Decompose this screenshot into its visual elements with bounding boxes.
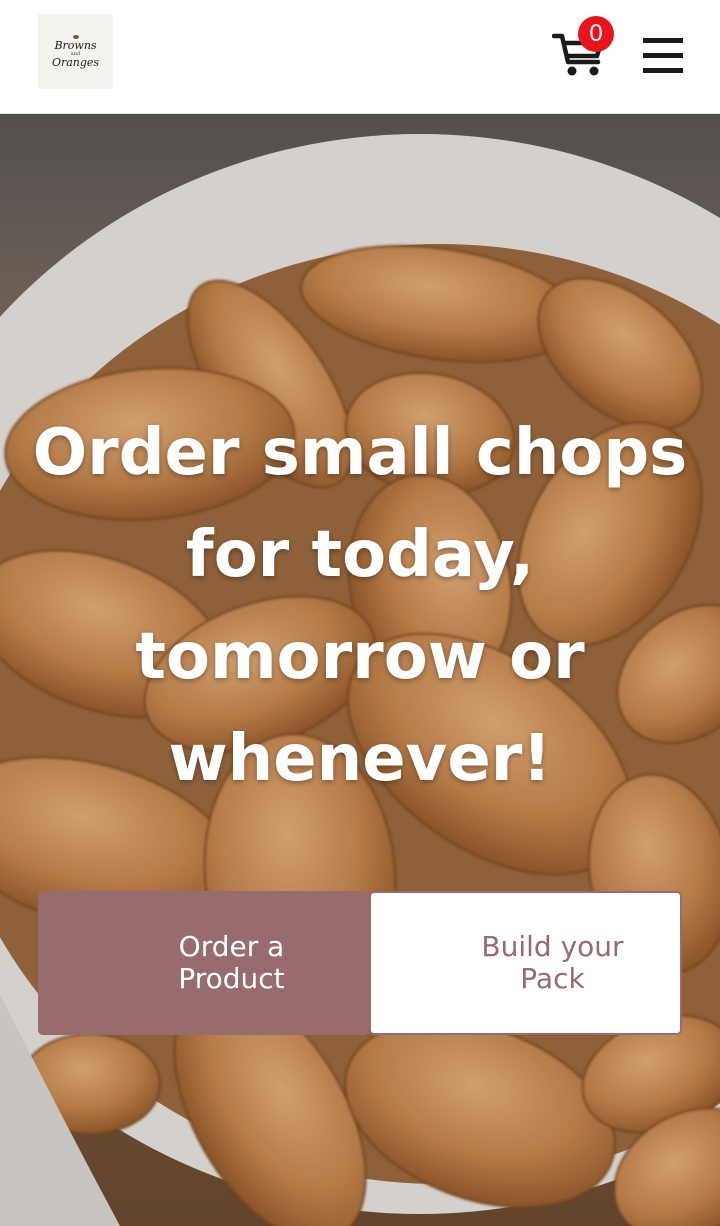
build-pack-button[interactable]: Build your Pack xyxy=(369,891,682,1035)
cart-count-badge: 0 xyxy=(578,16,614,52)
hero-headline-line: tomorrow or xyxy=(135,620,585,694)
hero-headline: Order small chops for today, tomorrow or… xyxy=(0,402,720,810)
order-product-label-line1: Order a xyxy=(178,930,285,963)
order-product-button[interactable]: Order a Product xyxy=(38,891,369,1035)
site-header: Browns and Oranges 0 xyxy=(0,0,720,114)
hero-headline-line: whenever! xyxy=(168,722,552,796)
menu-bar xyxy=(643,38,683,43)
menu-bar xyxy=(643,68,683,73)
build-pack-label-line1: Build your xyxy=(481,930,624,963)
hero-headline-line: for today, xyxy=(185,518,535,592)
hero-section: Order small chops for today, tomorrow or… xyxy=(0,114,720,1226)
cart-button[interactable]: 0 xyxy=(552,16,614,82)
menu-bar xyxy=(643,53,683,58)
order-product-label-line2: Product xyxy=(178,962,285,995)
build-pack-label-line2: Pack xyxy=(520,962,585,995)
logo-text-line1: Browns xyxy=(54,39,97,52)
brand-logo[interactable]: Browns and Oranges xyxy=(38,14,113,89)
hamburger-menu-icon[interactable] xyxy=(640,36,686,76)
page: Browns and Oranges 0 Order small chops f… xyxy=(0,0,720,1226)
hero-headline-line: Order small chops xyxy=(32,416,688,490)
logo-text-line3: Oranges xyxy=(51,56,100,69)
